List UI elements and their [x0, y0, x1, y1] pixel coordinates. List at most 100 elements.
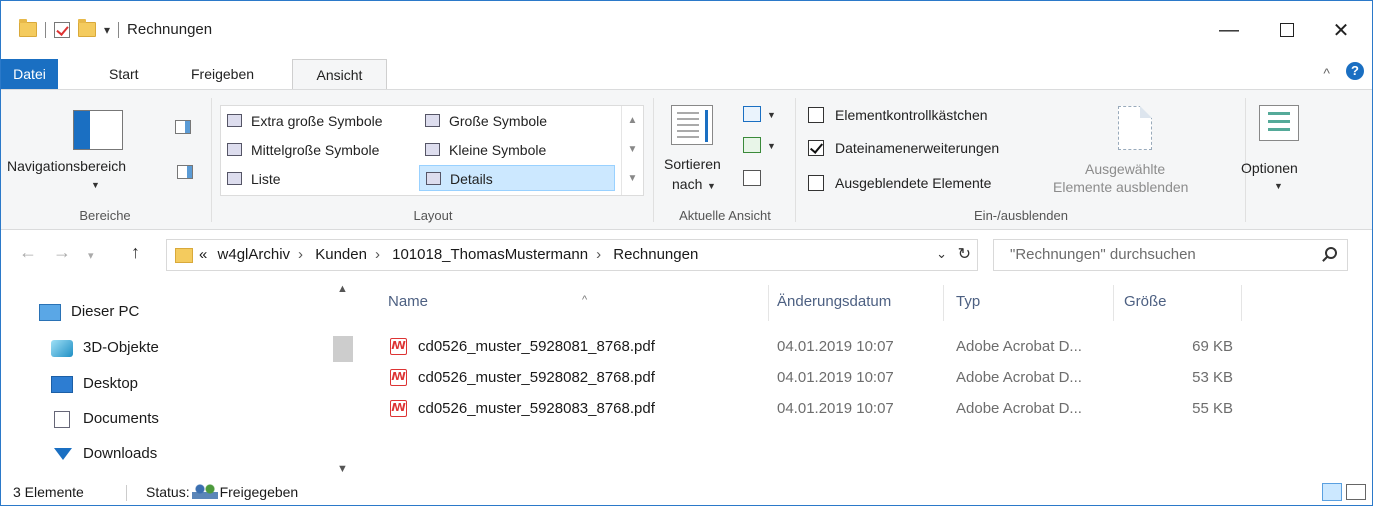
scrollbar-thumb[interactable] — [333, 336, 353, 362]
hide-selected-label-2[interactable]: Elemente ausblenden — [1053, 179, 1188, 195]
forward-icon[interactable]: → — [53, 242, 71, 263]
search-icon[interactable] — [1325, 247, 1337, 259]
folder-icon — [175, 248, 193, 263]
sidebar-item-this-pc[interactable]: Dieser PC — [39, 297, 139, 327]
gallery-expand-icon[interactable]: ▼ — [622, 164, 643, 193]
tab-file[interactable]: Datei — [1, 59, 58, 90]
refresh-icon[interactable]: ↻ — [958, 244, 971, 264]
group-separator — [653, 98, 654, 222]
new-folder-icon[interactable] — [78, 19, 96, 37]
hidden-items-checkbox[interactable] — [808, 175, 824, 191]
folder-icon[interactable] — [19, 19, 37, 37]
breadcrumb-item[interactable]: Rechnungen — [613, 246, 698, 263]
minimize-button[interactable]: — — [1206, 15, 1252, 45]
hidden-items-label[interactable]: Ausgeblendete Elemente — [835, 175, 991, 191]
pdf-icon: ꟿ — [390, 400, 407, 417]
chevron-down-icon[interactable]: ▼ — [767, 141, 776, 151]
tab-share[interactable]: Freigeben — [179, 59, 266, 90]
properties-icon[interactable] — [54, 21, 70, 38]
file-name: cd0526_muster_5928081_8768.pdf — [418, 338, 655, 355]
breadcrumb: « w4glArchiv › Kunden › 101018_ThomasMuste… — [199, 240, 698, 270]
scroll-up-icon[interactable]: ▲ — [337, 283, 348, 295]
column-separator[interactable] — [1241, 285, 1242, 321]
chevron-down-icon[interactable]: ⌄ — [936, 246, 947, 262]
layout-medium-icons[interactable]: Mittelgroße Symbole — [221, 137, 379, 163]
layout-small-icons[interactable]: Kleine Symbole — [419, 137, 546, 163]
breadcrumb-item[interactable]: w4glArchiv — [218, 246, 291, 263]
tab-start[interactable]: Start — [97, 59, 151, 90]
large-icons-view-icon[interactable] — [1346, 484, 1366, 500]
collapse-ribbon-icon[interactable]: ^ — [1323, 65, 1330, 81]
sidebar-item-downloads[interactable]: Downloads — [51, 439, 157, 469]
column-separator[interactable] — [1113, 285, 1114, 321]
layout-item-label: Details — [450, 171, 493, 187]
options-icon[interactable] — [1259, 105, 1299, 141]
documents-icon — [54, 411, 70, 428]
close-button[interactable]: ✕ — [1318, 15, 1364, 45]
status-value: Freigegeben — [219, 484, 299, 500]
breadcrumb-separator-icon[interactable]: › — [375, 246, 380, 263]
column-separator[interactable] — [943, 285, 944, 321]
up-icon[interactable]: ↑ — [131, 242, 140, 263]
breadcrumb-item[interactable]: Kunden — [315, 246, 367, 263]
explorer-window: ▾ Rechnungen — ✕ Datei Start Freigeben A… — [0, 0, 1373, 506]
chevron-down-icon[interactable]: ▼ — [707, 181, 716, 191]
maximize-button[interactable] — [1264, 15, 1310, 45]
qat-separator — [118, 21, 120, 38]
item-checkboxes-checkbox[interactable] — [808, 107, 824, 123]
hide-selected-label[interactable]: Ausgewählte — [1085, 161, 1165, 177]
column-header-size[interactable]: Größe — [1124, 281, 1234, 323]
layout-extra-large-icons[interactable]: Extra große Symbole — [221, 108, 383, 134]
add-columns-icon[interactable] — [743, 137, 761, 153]
layout-list[interactable]: Liste — [221, 166, 281, 192]
file-extensions-label[interactable]: Dateinamenerweiterungen — [835, 140, 999, 156]
hide-selected-icon[interactable] — [1118, 106, 1152, 150]
sidebar-item-documents[interactable]: Documents — [51, 404, 159, 434]
details-pane-icon[interactable] — [177, 165, 193, 179]
sort-by-icon[interactable] — [671, 105, 713, 145]
breadcrumb-separator-icon[interactable]: › — [298, 246, 303, 263]
breadcrumb-overflow[interactable]: « — [199, 246, 207, 263]
file-size: 53 KB — [1192, 369, 1233, 386]
sort-by-label-2[interactable]: nach — [672, 176, 702, 192]
chevron-down-icon[interactable]: ▼ — [91, 180, 100, 190]
chevron-down-icon[interactable]: ▼ — [767, 110, 776, 120]
column-header-type[interactable]: Typ — [956, 281, 1116, 323]
preview-pane-icon[interactable] — [175, 120, 191, 134]
navigation-pane-icon[interactable] — [73, 110, 123, 150]
scroll-up-icon[interactable]: ▲ — [622, 106, 643, 135]
help-icon[interactable]: ? — [1346, 62, 1364, 80]
breadcrumb-separator-icon[interactable]: › — [596, 246, 601, 263]
scroll-down-icon[interactable]: ▼ — [622, 135, 643, 164]
tab-view[interactable]: Ansicht — [292, 59, 387, 91]
sidebar-scrollbar[interactable]: ▲ ▼ — [331, 281, 355, 477]
chevron-down-icon[interactable]: ▼ — [1274, 181, 1283, 191]
sidebar-item-label: Downloads — [83, 445, 158, 462]
file-row[interactable]: ꟿ cd0526_muster_5928082_8768.pdf 04.01.2… — [388, 362, 1348, 393]
back-icon[interactable]: ← — [19, 242, 37, 263]
navigation-pane-button[interactable]: Navigationsbereich — [7, 158, 126, 174]
sidebar-item-3d-objects[interactable]: 3D-Objekte — [51, 333, 159, 363]
column-header-name[interactable]: Name ^ — [388, 281, 768, 323]
file-extensions-checkbox[interactable] — [808, 140, 824, 156]
file-row[interactable]: ꟿ cd0526_muster_5928081_8768.pdf 04.01.2… — [388, 331, 1348, 362]
column-header-date[interactable]: Änderungsdatum — [777, 281, 937, 323]
breadcrumb-item[interactable]: 101018_ThomasMustermann — [392, 246, 588, 263]
sort-by-label[interactable]: Sortieren — [664, 156, 721, 172]
file-row[interactable]: ꟿ cd0526_muster_5928083_8768.pdf 04.01.2… — [388, 393, 1348, 424]
group-by-icon[interactable] — [743, 106, 761, 122]
recent-locations-icon[interactable]: ▾ — [88, 249, 94, 262]
column-separator[interactable] — [768, 285, 769, 321]
sidebar-item-desktop[interactable]: Desktop — [51, 369, 138, 399]
status-bar: 3 Elemente Status: Freigegeben — [1, 479, 1372, 506]
search-input[interactable]: "Rechnungen" durchsuchen — [993, 239, 1348, 271]
qat-customize-dropdown[interactable]: ▾ — [104, 23, 110, 37]
item-checkboxes-label[interactable]: Elementkontrollkästchen — [835, 107, 988, 123]
scroll-down-icon[interactable]: ▼ — [337, 463, 348, 475]
details-view-icon[interactable] — [1322, 483, 1342, 501]
size-columns-icon[interactable] — [743, 170, 761, 186]
layout-details[interactable]: Details — [419, 165, 615, 191]
address-bar[interactable]: « w4glArchiv › Kunden › 101018_ThomasMuste… — [166, 239, 978, 271]
options-button[interactable]: Optionen — [1241, 160, 1298, 176]
layout-large-icons[interactable]: Große Symbole — [419, 108, 547, 134]
